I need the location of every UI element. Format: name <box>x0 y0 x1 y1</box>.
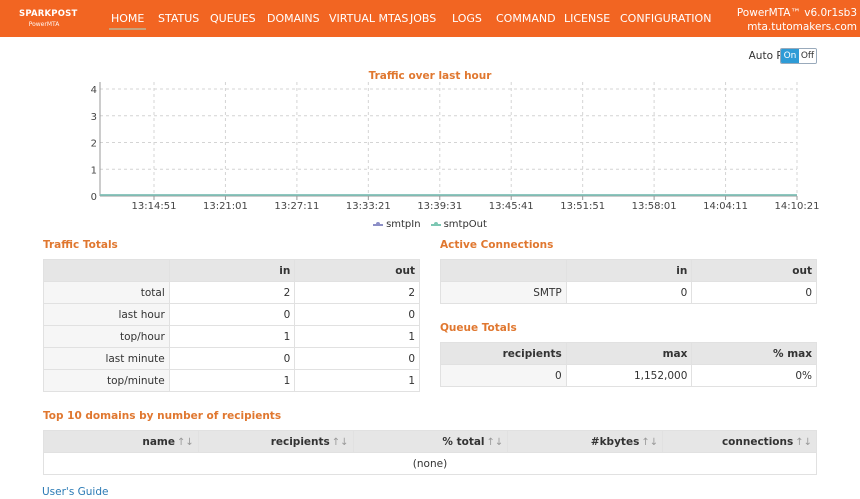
y-tick-label: 4 <box>91 85 97 96</box>
cell-out: 0 <box>691 281 817 304</box>
queue-totals-title: Queue Totals <box>440 322 517 334</box>
column-header-in: in <box>168 259 296 282</box>
column-header-pct-max: % max <box>691 342 817 365</box>
x-tick-label: 13:51:51 <box>560 201 605 212</box>
legend-label-smtpout: smtpOut <box>443 219 487 230</box>
column-header-max: max <box>565 342 693 365</box>
column-header-out: out <box>294 259 420 282</box>
cell-pct-max: 0% <box>691 364 817 387</box>
table-row: last hour 0 0 <box>43 303 420 326</box>
legend-swatch-smtpout <box>430 221 441 226</box>
cell-out: 2 <box>294 281 420 304</box>
y-tick-label: 1 <box>91 165 97 176</box>
column-header-label <box>43 259 170 282</box>
table-row: SMTP 0 0 <box>440 281 817 304</box>
cell-in: 1 <box>168 369 296 392</box>
column-header-pct-total-label: % total <box>442 435 485 448</box>
chart-legend: smtpIn smtpOut <box>0 219 860 230</box>
column-header-in: in <box>565 259 693 282</box>
cell-max: 1,152,000 <box>565 364 693 387</box>
cell-out: 0 <box>294 303 420 326</box>
column-header-kbytes[interactable]: #kbytes ↑↓ <box>507 430 664 453</box>
cell-in: 0 <box>565 281 693 304</box>
column-header-name-label: name <box>142 435 175 448</box>
table-row: total 2 2 <box>43 281 420 304</box>
row-label: last minute <box>43 347 170 370</box>
x-tick-label: 14:04:11 <box>703 201 748 212</box>
sort-icon[interactable]: ↑↓ <box>177 437 194 448</box>
x-tick-label: 13:21:01 <box>203 201 248 212</box>
x-tick-label: 13:58:01 <box>632 201 677 212</box>
table-row: top/minute 1 1 <box>43 369 420 392</box>
column-header-kbytes-label: #kbytes <box>590 435 640 448</box>
table-header-row: name ↑↓ recipients ↑↓ % total ↑↓ #kbytes ↑↓ … <box>43 430 817 453</box>
active-connections-table: in out SMTP 0 0 <box>440 259 817 304</box>
table-header-row: in out <box>43 259 420 282</box>
column-header-recipients[interactable]: recipients ↑↓ <box>197 430 354 453</box>
y-tick-label: 3 <box>91 112 97 123</box>
x-tick-label: 13:39:31 <box>417 201 462 212</box>
x-tick-label: 13:27:11 <box>274 201 319 212</box>
row-label: SMTP <box>440 281 567 304</box>
column-header-label <box>440 259 567 282</box>
sort-icon[interactable]: ↑↓ <box>795 437 812 448</box>
row-label: last hour <box>43 303 170 326</box>
column-header-connections[interactable]: connections ↑↓ <box>662 430 817 453</box>
cell-in: 1 <box>168 325 296 348</box>
top-domains-table: name ↑↓ recipients ↑↓ % total ↑↓ #kbytes ↑↓ … <box>43 430 817 475</box>
column-header-recipients-label: recipients <box>270 435 330 448</box>
cell-out: 1 <box>294 369 420 392</box>
table-row: (none) <box>43 452 817 475</box>
active-connections-title: Active Connections <box>440 239 554 251</box>
y-tick-label: 2 <box>91 139 97 150</box>
users-guide-link[interactable]: User's Guide <box>42 486 108 498</box>
column-header-recipients: recipients <box>440 342 567 365</box>
table-header-row: recipients max % max <box>440 342 817 365</box>
top-domains-title: Top 10 domains by number of recipients <box>43 410 282 422</box>
table-row: top/hour 1 1 <box>43 325 420 348</box>
cell-out: 0 <box>294 347 420 370</box>
legend-item-smtpout[interactable]: smtpOut <box>430 219 487 230</box>
x-tick-label: 13:45:41 <box>489 201 534 212</box>
cell-out: 1 <box>294 325 420 348</box>
row-label: top/hour <box>43 325 170 348</box>
traffic-chart: 0 1 2 3 4 13:14:51 13:21:01 13:27:11 13:33:21 13:… <box>91 82 820 212</box>
cell-in: 0 <box>168 347 296 370</box>
table-row: last minute 0 0 <box>43 347 420 370</box>
cell-in: 0 <box>168 303 296 326</box>
legend-item-smtpin[interactable]: smtpIn <box>373 219 421 230</box>
sort-icon[interactable]: ↑↓ <box>641 437 658 448</box>
legend-swatch-smtpin <box>373 221 384 226</box>
y-tick-label: 0 <box>91 192 97 203</box>
column-header-name[interactable]: name ↑↓ <box>43 430 199 453</box>
traffic-totals-table: in out total 2 2 last hour 0 0 top/hour … <box>43 259 420 392</box>
row-label: top/minute <box>43 369 170 392</box>
empty-message: (none) <box>43 452 817 475</box>
x-tick-label: 14:10:21 <box>775 201 820 212</box>
legend-label-smtpin: smtpIn <box>386 219 421 230</box>
row-label: total <box>43 281 170 304</box>
column-header-out: out <box>691 259 817 282</box>
cell-recipients: 0 <box>440 364 567 387</box>
column-header-connections-label: connections <box>721 435 794 448</box>
x-tick-label: 13:33:21 <box>346 201 391 212</box>
column-header-pct-total[interactable]: % total ↑↓ <box>352 430 509 453</box>
table-row: 0 1,152,000 0% <box>440 364 817 387</box>
sort-icon[interactable]: ↑↓ <box>332 437 349 448</box>
sort-icon[interactable]: ↑↓ <box>487 437 504 448</box>
table-header-row: in out <box>440 259 817 282</box>
queue-totals-table: recipients max % max 0 1,152,000 0% <box>440 342 817 387</box>
cell-in: 2 <box>168 281 296 304</box>
traffic-totals-title: Traffic Totals <box>43 239 118 251</box>
x-tick-label: 13:14:51 <box>132 201 177 212</box>
